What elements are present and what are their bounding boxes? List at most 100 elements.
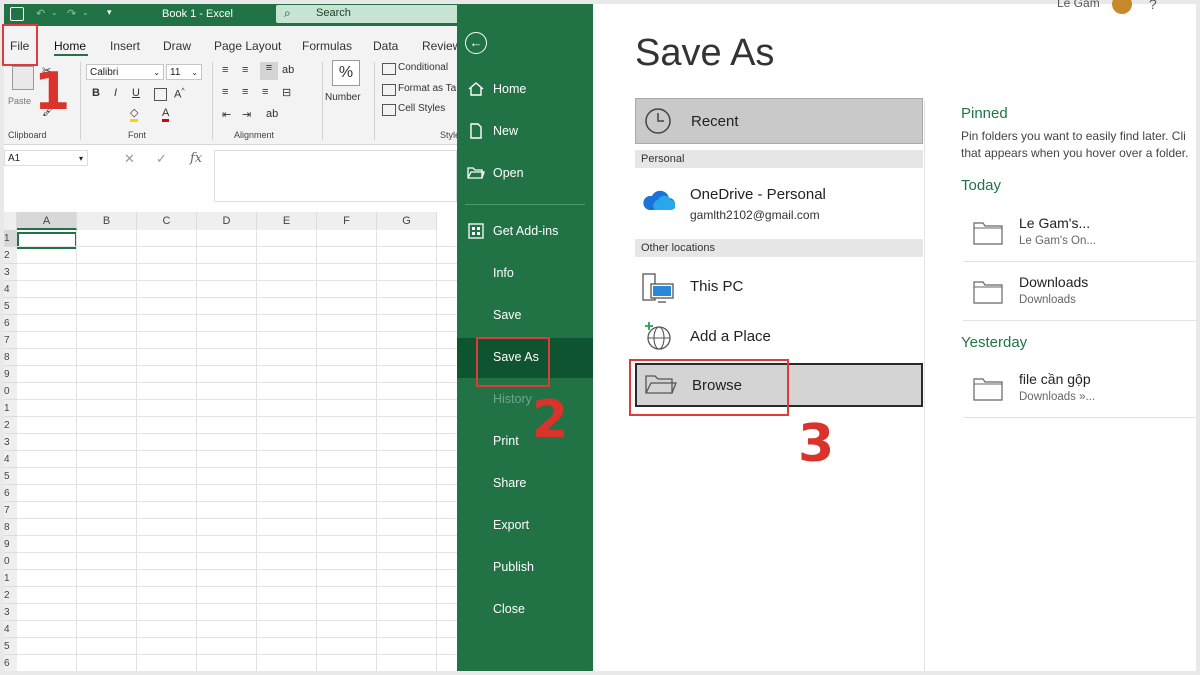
row-header[interactable]: 5 <box>4 468 17 485</box>
row-header[interactable]: 7 <box>4 332 17 349</box>
redo-dropdown-icon[interactable]: ⌄ <box>82 8 89 17</box>
paste-label[interactable]: Paste <box>8 96 31 106</box>
row-header[interactable]: 1 <box>4 400 17 417</box>
underline-button[interactable]: U <box>132 87 140 99</box>
avatar[interactable] <box>1112 0 1132 14</box>
tab-page-layout[interactable]: Page Layout <box>214 39 281 53</box>
column-header[interactable]: C <box>137 212 197 230</box>
row-header[interactable]: 1 <box>4 570 17 587</box>
tab-formulas[interactable]: Formulas <box>302 39 352 53</box>
row-header[interactable]: 0 <box>4 553 17 570</box>
row-header[interactable]: 3 <box>4 434 17 451</box>
conditional-format-button[interactable]: Conditional <box>398 62 448 73</box>
align-right-icon[interactable]: ≡ <box>262 86 268 98</box>
menu-item-open[interactable]: Open <box>457 154 593 194</box>
select-all-corner[interactable] <box>4 212 17 230</box>
menu-item-get-add-ins[interactable]: Get Add-ins <box>457 212 593 252</box>
row-header[interactable]: 2 <box>4 247 17 264</box>
align-top-icon[interactable]: ≡ <box>222 64 228 76</box>
column-header[interactable]: G <box>377 212 437 230</box>
enter-icon[interactable]: ✓ <box>156 151 167 167</box>
row-header[interactable]: 4 <box>4 281 17 298</box>
row-header[interactable]: 7 <box>4 502 17 519</box>
menu-item-publish[interactable]: Publish <box>457 548 593 588</box>
increase-font-icon[interactable]: A^ <box>174 88 185 101</box>
location-add-place[interactable]: Add a Place <box>635 316 923 360</box>
menu-item-save[interactable]: Save <box>457 296 593 336</box>
row-header[interactable]: 3 <box>4 604 17 621</box>
undo-icon[interactable]: ↶ <box>36 7 45 20</box>
column-header[interactable]: D <box>197 212 257 230</box>
row-header[interactable]: 6 <box>4 655 17 671</box>
align-left-icon[interactable]: ≡ <box>222 86 228 98</box>
row-header[interactable]: 4 <box>4 621 17 638</box>
row-header[interactable]: 8 <box>4 349 17 366</box>
row-header[interactable]: 5 <box>4 638 17 655</box>
recent-folder-item[interactable]: Le Gam's... Le Gam's On... <box>963 215 1198 262</box>
name-box[interactable]: A1 ▾ <box>4 150 88 166</box>
row-header[interactable]: 9 <box>4 536 17 553</box>
location-this-pc[interactable]: This PC <box>635 266 923 310</box>
format-as-table-icon[interactable] <box>382 84 396 96</box>
worksheet-grid[interactable]: ABCDEFG 12345678901234567890123456 <box>4 212 457 671</box>
orientation-icon[interactable]: ab <box>266 108 278 120</box>
row-header[interactable]: 9 <box>4 366 17 383</box>
borders-icon[interactable] <box>154 88 167 101</box>
row-header[interactable]: 8 <box>4 519 17 536</box>
cell-styles-icon[interactable] <box>382 104 396 116</box>
merge-icon[interactable]: ⊟ <box>282 86 291 99</box>
wrap-text-icon[interactable]: ab <box>282 64 294 76</box>
redo-icon[interactable]: ↷ <box>67 7 76 20</box>
align-middle-icon[interactable]: ≡ <box>242 64 248 76</box>
customize-qat-icon[interactable]: ▾ <box>107 7 112 18</box>
row-header[interactable]: 2 <box>4 587 17 604</box>
tab-insert[interactable]: Insert <box>110 39 140 53</box>
align-center-icon[interactable]: ≡ <box>242 86 248 98</box>
column-header[interactable]: A <box>17 212 77 230</box>
help-icon[interactable]: ? <box>1149 0 1157 12</box>
percent-icon[interactable]: % <box>332 60 360 86</box>
location-onedrive[interactable]: OneDrive - Personal gamlth2102@gmail.com <box>635 180 923 228</box>
indent-increase-icon[interactable]: ⇥ <box>242 108 251 121</box>
row-header[interactable]: 4 <box>4 451 17 468</box>
number-format-label[interactable]: Number <box>325 92 361 103</box>
column-header[interactable]: E <box>257 212 317 230</box>
font-color-icon[interactable]: A <box>162 108 170 122</box>
row-header[interactable]: 6 <box>4 315 17 332</box>
row-header[interactable]: 0 <box>4 383 17 400</box>
fill-color-icon[interactable]: ◇ <box>130 108 139 122</box>
menu-item-export[interactable]: Export <box>457 506 593 546</box>
row-header[interactable]: 3 <box>4 264 17 281</box>
column-header[interactable]: F <box>317 212 377 230</box>
align-bottom-icon[interactable]: ≡ <box>260 62 278 80</box>
bold-button[interactable]: B <box>92 87 100 99</box>
format-as-table-button[interactable]: Format as Ta <box>398 83 456 94</box>
tab-home[interactable]: Home <box>54 39 86 53</box>
recent-folder-item[interactable]: Downloads Downloads <box>963 274 1198 321</box>
menu-item-new[interactable]: New <box>457 112 593 152</box>
tab-data[interactable]: Data <box>373 39 398 53</box>
menu-item-home[interactable]: Home <box>457 70 593 110</box>
menu-item-info[interactable]: Info <box>457 254 593 294</box>
cell-styles-button[interactable]: Cell Styles <box>398 103 445 114</box>
menu-item-share[interactable]: Share <box>457 464 593 504</box>
menu-item-close[interactable]: Close <box>457 590 593 630</box>
tab-review[interactable]: Review <box>422 39 457 53</box>
formula-input[interactable] <box>214 150 457 202</box>
paste-icon[interactable] <box>12 66 34 90</box>
column-header[interactable]: B <box>77 212 137 230</box>
italic-button[interactable]: I <box>114 87 117 99</box>
tab-draw[interactable]: Draw <box>163 39 191 53</box>
search-box[interactable]: ⌕ Search <box>276 5 457 23</box>
insert-function-icon[interactable]: fx <box>190 151 202 166</box>
cancel-icon[interactable]: ✕ <box>124 151 135 167</box>
location-recent[interactable]: Recent <box>635 98 923 144</box>
font-name-select[interactable]: Calibri ⌄ <box>86 64 164 80</box>
font-size-select[interactable]: 11 ⌄ <box>166 64 202 80</box>
row-header[interactable]: 1 <box>4 230 17 247</box>
recent-folder-item[interactable]: file cần gộp Downloads »... <box>963 371 1198 418</box>
row-header[interactable]: 2 <box>4 417 17 434</box>
indent-decrease-icon[interactable]: ⇤ <box>222 108 231 121</box>
row-header[interactable]: 6 <box>4 485 17 502</box>
undo-dropdown-icon[interactable]: ⌄ <box>51 8 58 17</box>
